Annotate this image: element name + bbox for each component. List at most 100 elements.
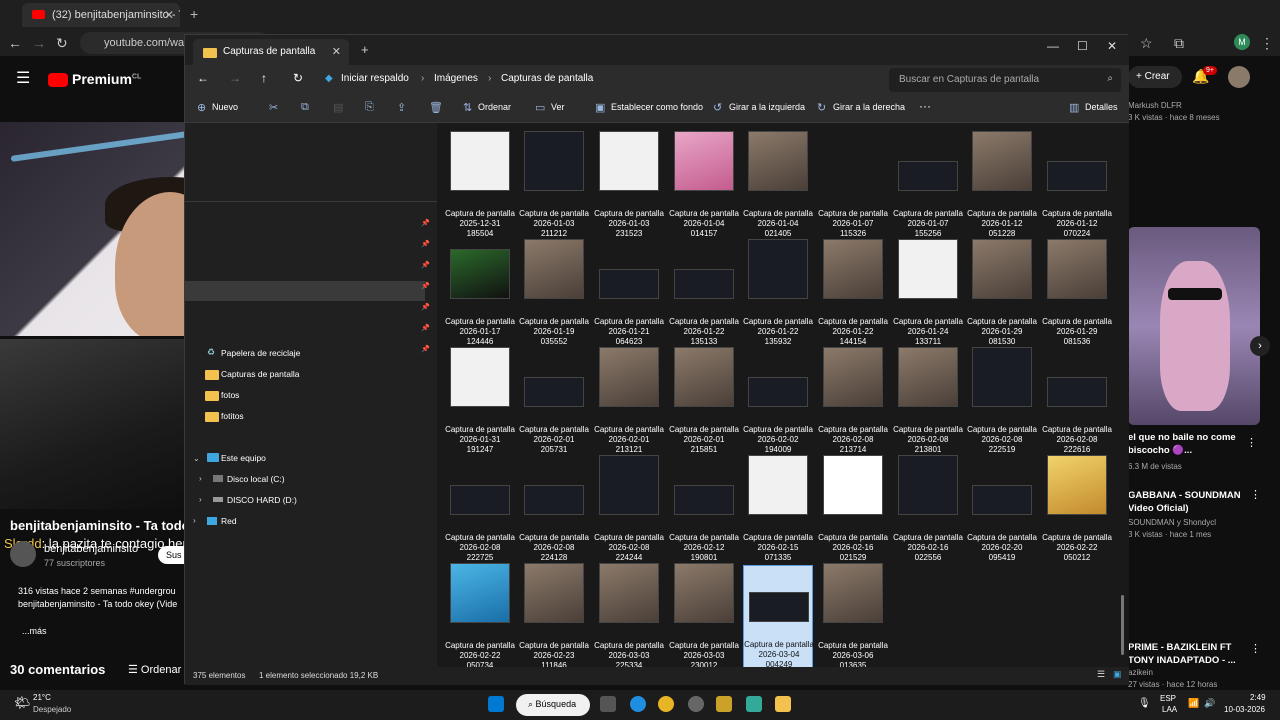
more-options-icon[interactable]: ⋮ [1250,642,1261,655]
back-icon[interactable]: ← [197,71,209,85]
minimize-icon[interactable]: — [1047,39,1059,53]
nav-disk-d[interactable]: DISCO HARD (D:) [227,495,297,505]
file-item[interactable]: Captura de pantalla 2026-01-29 081536 [1042,239,1112,347]
menu-icon[interactable]: ⋮ [1260,35,1274,52]
more-options-icon[interactable]: ⋮ [1246,436,1257,449]
file-item[interactable]: Captura de pantalla 2026-01-04 021405 [743,131,813,239]
list-view-icon[interactable]: ☰ [1097,669,1105,680]
file-item[interactable]: Captura de pantalla 2026-02-23 111846 [519,563,589,671]
taskbar-search[interactable]: ⌕ Búsqueda [516,694,590,716]
nav-this-pc[interactable]: Este equipo [221,453,266,463]
rotate-right-button[interactable]: Girar a la derecha [833,102,905,112]
language-label[interactable]: ESP [1160,694,1176,703]
sort-button[interactable]: Ordenar [478,102,511,112]
file-item[interactable]: Captura de pantalla 2026-03-06 013635 [818,563,888,671]
youtube-logo[interactable]: PremiumCL [48,71,141,88]
file-item[interactable]: Captura de pantalla 2026-01-07 115326 [818,133,888,239]
weather-temp[interactable]: 21°C [33,693,51,702]
file-item[interactable]: Captura de pantalla 2026-02-01 215851 [669,347,739,455]
close-tab-icon[interactable]: ✕ [332,45,341,58]
nav-screenshots[interactable]: Capturas de pantalla [221,369,299,379]
scrollbar[interactable] [1121,595,1124,655]
channel-avatar[interactable] [10,541,36,567]
task-view-icon[interactable] [600,696,616,712]
file-item[interactable]: Captura de pantalla 2026-02-08 224128 [519,457,589,563]
view-button[interactable]: Ver [551,102,565,112]
file-item[interactable]: Captura de pantalla 2026-01-07 155256 [893,133,963,239]
up-icon[interactable]: ↑ [261,71,267,85]
file-item[interactable]: Captura de pantalla 2026-01-22 144154 [818,239,888,347]
sort-comments-button[interactable]: ☰ Ordenar [128,663,181,676]
file-item[interactable]: Captura de pantalla 2026-01-29 081530 [967,239,1037,347]
file-item[interactable]: Captura de pantalla 2026-02-08 222519 [967,347,1037,455]
file-item[interactable]: Captura de pantalla 2026-01-17 124446 [445,241,515,347]
sidebar-item-2-title[interactable]: el que no baile no come biscocho 🟣... [1128,431,1238,457]
more-link[interactable]: ...más [22,626,47,636]
file-item[interactable]: Captura de pantalla 2026-02-01 205731 [519,349,589,455]
thumbnail-view-icon[interactable]: ▣ [1113,669,1122,680]
file-explorer-icon[interactable] [775,696,791,712]
nav-disk-c[interactable]: Disco local (C:) [227,474,285,484]
sidebar-item-3-title[interactable]: GABBANA - SOUNDMAN Video Oficial) [1128,489,1243,515]
channel-name[interactable]: benjitabenjaminsito [44,543,138,555]
microphone-icon[interactable]: 🎙 [1138,698,1151,709]
delete-icon[interactable]: 🗑 [429,101,443,114]
maximize-icon[interactable]: ☐ [1077,39,1088,53]
file-item[interactable]: Captura de pantalla 2026-02-22 050734 [445,563,515,671]
hamburger-icon[interactable]: ☰ [16,68,30,88]
app-icon[interactable] [746,696,762,712]
expand-chevron-icon[interactable]: › [199,495,202,504]
nav-network[interactable]: Red [221,516,237,526]
extensions-icon[interactable]: ⧉ [1174,35,1184,52]
clock-time[interactable]: 2:49 [1250,693,1266,702]
file-item[interactable]: Captura de pantalla 2026-02-20 095419 [967,457,1037,563]
file-item[interactable]: Captura de pantalla 2026-01-04 014157 [669,131,739,239]
start-icon[interactable] [488,696,504,712]
create-button[interactable]: + Crear [1128,66,1182,88]
browser-tab[interactable]: (32) benjitabenjaminsito - Ta todo ✕ [22,3,180,27]
file-item[interactable]: Captura de pantalla 2026-02-08 224244 [594,455,664,563]
rename-icon[interactable]: ⎘ [365,101,374,114]
close-tab-icon[interactable]: ✕ [164,8,174,22]
copy-icon[interactable]: ⧉ [301,101,309,114]
breadcrumb-images[interactable]: Imágenes [434,73,478,84]
forward-icon[interactable]: → [229,71,241,85]
set-background-button[interactable]: Establecer como fondo [611,102,703,112]
app-icon[interactable] [688,696,704,712]
sidebar-item-4-title[interactable]: PRIME - BAZIKLEIN FT TONY INADAPTADO - .… [1128,641,1243,667]
file-item[interactable]: Captura de pantalla 2026-03-03 230012 [669,563,739,671]
edge-icon[interactable] [630,696,646,712]
sidebar-item-1-title[interactable]: Markush DLFR [1128,101,1182,110]
share-icon[interactable]: ⇪ [397,101,406,114]
breadcrumb-backup[interactable]: Iniciar respaldo [341,73,409,84]
breadcrumb-screenshots[interactable]: Capturas de pantalla [501,73,593,84]
volume-icon[interactable]: 🔊 [1204,698,1215,709]
file-item[interactable]: Captura de pantalla 2026-02-02 194009 [743,349,813,455]
file-item[interactable]: Captura de pantalla 2026-01-12 070224 [1042,133,1112,239]
file-item[interactable]: Captura de pantalla 2026-01-19 035552 [519,239,589,347]
file-item[interactable]: Captura de pantalla 2026-02-08 222725 [445,457,515,563]
file-item[interactable]: Captura de pantalla 2026-02-16 021529 [818,455,888,563]
file-item[interactable]: Captura de pantalla 2026-01-24 133711 [893,239,963,347]
file-item[interactable]: Captura de pantalla 2026-02-16 022556 [893,455,963,563]
file-item[interactable]: Captura de pantalla 2026-03-03 225334 [594,563,664,671]
file-item[interactable]: Captura de pantalla 2026-01-21 064623 [594,241,664,347]
wifi-icon[interactable]: 📶 [1188,698,1199,709]
explorer-tab[interactable]: Capturas de pantalla ✕ [193,39,349,65]
file-item[interactable]: Captura de pantalla 2026-03-04 004249 [743,565,814,671]
nav-recycle-bin[interactable]: Papelera de reciclaje [221,348,300,358]
file-item[interactable]: Captura de pantalla 2026-02-15 071335 [743,455,813,563]
file-item[interactable]: Captura de pantalla 2026-02-12 190801 [669,457,739,563]
file-item[interactable]: Captura de pantalla 2026-02-08 213801 [893,347,963,455]
reload-icon[interactable]: ↻ [56,35,68,52]
file-item[interactable]: Captura de pantalla 2026-01-31 191247 [445,347,515,455]
file-item[interactable]: Captura de pantalla 2026-01-03 211212 [519,131,589,239]
paste-icon[interactable]: ▤ [333,101,343,114]
new-button[interactable]: Nuevo [212,102,238,112]
next-chevron-icon[interactable]: › [1250,336,1270,356]
expand-chevron-icon[interactable]: › [193,516,196,525]
file-item[interactable]: Captura de pantalla 2026-01-22 135932 [743,239,813,347]
app-icon[interactable] [716,696,732,712]
file-item[interactable]: Captura de pantalla 2026-02-08 213714 [818,347,888,455]
nav-fotitos[interactable]: fotitos [221,411,244,421]
